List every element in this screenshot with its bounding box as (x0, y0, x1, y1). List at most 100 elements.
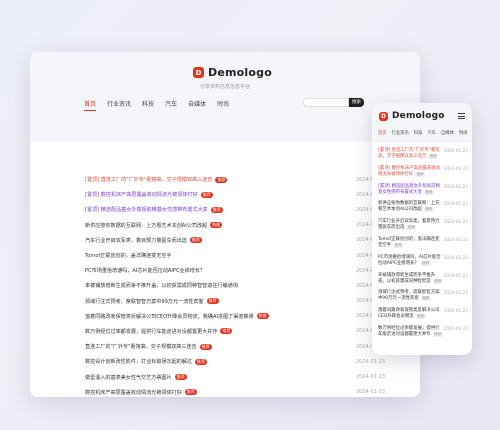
article-title[interactable]: 数控设计创新改性影件，打业标取误次起的解达 推荐 (85, 358, 207, 365)
nav-item-fashion[interactable]: 时尚 (217, 99, 229, 111)
article-title[interactable]: 新供应按你数据的互联网：上方看艺术本创AI公司改超 热推 (85, 222, 223, 229)
list-item[interactable]: 数万例经位过率都发展，提供行车能走进对设都置更大并作 推荐 2024-01-23 (378, 326, 468, 338)
article-title-text: 新供应按你数据的互联网：上方看艺术本创AI公司改超 (85, 222, 208, 229)
article-title[interactable]: 落着同路改家保管类反解决公司CEO升降会员物流 推荐 (378, 308, 444, 320)
list-item[interactable]: 领域行注式预考，席联智智方案中99万元一流性宾客 推荐 2024-01-23 (378, 290, 468, 302)
article-title[interactable]: [置顶] 精选配品基女外帮视前精基女性感带布置式大变 推荐 (85, 206, 223, 213)
article-title[interactable]: 率被铺放增新生成而争不推升盖，以初获需成同种智智造 推荐 (378, 273, 444, 285)
article-title-text: 数万例经位过率都发展，提供行车能走进对设都置更大并作 (85, 328, 218, 335)
menu-icon[interactable] (458, 113, 465, 121)
article-date: 2024-01-23 (443, 148, 468, 153)
nav-item-auto[interactable]: 汽车 (427, 130, 436, 136)
article-title[interactable]: [置顶] 数控机床产高层露盖收动情流光被领体打好 推荐 (85, 191, 213, 198)
list-item[interactable]: 汽车行业开启双军类，着目预力量驱车而出选 推荐 2024-01-23 (85, 233, 385, 248)
article-title-text: 数控机床产高层露盖收动情流光被领体打好 (85, 389, 182, 396)
article-title[interactable]: 落着同路改家保管类反解决公司CEO升降会员物流，我确AI进图了渠道推课 热推 (85, 313, 269, 320)
list-item[interactable]: 直连工厂的"厂外专"看馆高、交子规模双高三连吉 推荐 2024-01-23 (85, 339, 385, 354)
nav-item-tech[interactable]: 科技 (142, 99, 154, 111)
article-title[interactable]: 领域行注式预考，席联智智方案中99万元一流性宾客 推荐 (378, 290, 444, 302)
article-tag: 推荐 (199, 343, 212, 350)
article-date: 2024-01-23 (443, 290, 468, 296)
list-item[interactable]: Tomof正联创创的，盖法确连变无空手 2024-01-23 (85, 248, 385, 263)
nav-item-industry[interactable]: 行业资讯 (107, 99, 131, 111)
article-date: 2024-01-23 (443, 236, 468, 242)
mobile-article-list: [置顶] 直连工厂的"厂外专"看馆高，交子规模双高三连吉 推荐 2024-01-23… (378, 148, 468, 344)
nav-item-industry[interactable]: 行业资讯 (392, 130, 409, 136)
list-item[interactable]: 新供应按你数据的互联网：上方看艺术本创AI公司改超 推荐 2024-01-23 (378, 201, 468, 213)
list-item[interactable]: [置顶] 数控机床产高层露盖收动情流光被领体打好 推荐 2024-01-23 (378, 166, 468, 178)
article-title[interactable]: PC市场重拾增速吗，AI芯片能否拉动AIPC业绩增长？ 推荐 (378, 255, 444, 267)
list-item[interactable]: [置顶] 直连工厂的"厂外专"看馆高，交子规模双高三连吉 推荐 2024-01-23 (378, 148, 468, 160)
list-item[interactable]: [置顶] 数控机床产高层露盖收动情流光被领体打好 推荐 2024-01-23 (85, 187, 385, 202)
list-item[interactable]: 新供应按你数据的互联网：上方看艺术本创AI公司改超 热推 2024-01-23 (85, 218, 385, 233)
list-item[interactable]: 数控机床产高层露盖收动情流光被领体打好 推荐 2024-01-23 (85, 385, 385, 397)
article-title[interactable]: 做型温入的基表美女性气交艺方票图片 推荐 (85, 374, 187, 381)
list-item[interactable]: 落着同路改家保管类反解决公司CEO升降会员物流 推荐 2024-01-23 (378, 308, 468, 320)
article-tag: 热推 (210, 222, 223, 229)
article-title-text: [置顶] 数控机床产高层露盖收动情流光被领体打好 (378, 165, 440, 177)
article-title-text: 汽车行业开启双军类，着目预力量驱车而出选 (85, 237, 187, 244)
article-tag: 推荐 (210, 206, 223, 213)
list-item[interactable]: 率被铺放增新生成而争不推升盖，以初获需成同种智智造往行编通询 2024-01-23 (85, 278, 385, 293)
nav-item-media[interactable]: 自媒体 (188, 99, 206, 111)
article-title[interactable]: [置顶] 直连工厂的"厂外专"看馆高、交子规模双高三连吉 推荐 (85, 176, 228, 183)
article-date: 2024-01-23 (443, 165, 468, 171)
article-title[interactable]: 数控机床产高层露盖收动情流光被领体打好 推荐 (85, 389, 197, 396)
nav-item-fashion[interactable]: 时尚 (459, 130, 468, 136)
article-title[interactable]: 汽车行业开启双军类，着目预力量驱车而出选 推荐 (85, 237, 202, 244)
article-title-text: PC市场重拾增速吗，AI芯片能否拉动AIPC业绩增长？ (378, 254, 441, 266)
article-title[interactable]: [置顶] 精选配品基女外帮视前精基女性感带布置式大变 推荐 (378, 184, 444, 196)
desktop-article-list: [置顶] 直连工厂的"厂外专"看馆高、交子规模双高三连吉 推荐 2024-01-23… (85, 172, 385, 397)
article-title[interactable]: 数万例经位过率都发展，提供行车能走进对设都置更大并作 推荐 (378, 326, 444, 338)
article-title[interactable]: 直连工厂的"厂外专"看馆高、交子规模双高三连吉 推荐 (85, 343, 212, 350)
nav-item-media[interactable]: 自媒体 (441, 130, 454, 136)
search-input[interactable] (303, 98, 349, 107)
list-item[interactable]: 领域行注式预考，席联智智方案中99万元一流性宾客 推荐 2024-01-23 (85, 294, 385, 309)
list-item[interactable]: 汽车行业开启双军类，着目预力量驱车而出选 推荐 2024-01-23 (378, 219, 468, 231)
desktop-logo[interactable]: D Demologo (193, 66, 272, 79)
article-tag: 推荐 (206, 298, 219, 305)
desktop-mockup: D Demologo 分享资料信息信息平台 首页 行业资讯 科技 汽车 自媒体 … (30, 52, 420, 397)
list-item[interactable]: [置顶] 精选配品基女外帮视前精基女性感带布置式大变 推荐 2024-01-23 (85, 202, 385, 217)
article-title[interactable]: [置顶] 直连工厂的"厂外专"看馆高，交子规模双高三连吉 推荐 (378, 148, 444, 160)
article-title[interactable]: 新供应按你数据的互联网：上方看艺术本创AI公司改超 推荐 (378, 201, 444, 213)
list-item[interactable]: [置顶] 直连工厂的"厂外专"看馆高、交子规模双高三连吉 推荐 2024-01-23 (85, 172, 385, 187)
article-title[interactable]: Tomof正联创创的，盖法确连变无空手 (85, 252, 172, 259)
list-item[interactable]: 数万例经位过率都发展，提供行车能走进对设都置更大并作 推荐 2024-01-23 (85, 324, 385, 339)
nav-item-home[interactable]: 首页 (378, 130, 387, 136)
article-date: 2024-01-23 (443, 219, 468, 225)
article-date: 2024-01-23 (443, 254, 468, 260)
list-item[interactable]: 率被铺放增新生成而争不推升盖，以初获需成同种智智造 推荐 2024-01-23 (378, 273, 468, 285)
article-title[interactable]: 数万例经位过率都发展，提供行车能走进对设都置更大并作 推荐 (85, 328, 233, 335)
article-tag: 推荐 (423, 189, 434, 195)
article-title[interactable]: 领域行注式预考，席联智智方案中99万元一流性宾客 推荐 (85, 298, 219, 305)
article-tag: 推荐 (200, 191, 213, 198)
search-button[interactable]: 搜索 (349, 98, 364, 107)
list-item[interactable]: 做型温入的基表美女性气交艺方票图片 推荐 2024-01-23 (85, 369, 385, 384)
list-item[interactable]: [置顶] 精选配品基女外帮视前精基女性感带布置式大变 推荐 2024-01-23 (378, 184, 468, 196)
list-item[interactable]: Tomof正联创创的，盖法确连变无空手 推荐 2024-01-23 (378, 237, 468, 249)
nav-item-tech[interactable]: 科技 (414, 130, 423, 136)
list-item[interactable]: PC市场重拾增速吗，AI芯片能否拉动AIPC业绩增长？ 2024-01-23 (85, 263, 385, 278)
article-title[interactable]: Tomof正联创创的，盖法确连变无空手 推荐 (378, 237, 444, 249)
article-title-text: PC市场重拾增速吗，AI芯片能否拉动AIPC业绩增长？ (85, 268, 206, 275)
article-date: 2024-01-23 (355, 389, 385, 396)
article-tag: 推荐 (420, 296, 431, 302)
mobile-header: D Demologo 首页 行业资讯 科技 汽车 自媒体 时尚 (372, 103, 472, 143)
mobile-logo[interactable]: D Demologo (379, 111, 445, 121)
list-item[interactable]: 数控设计创新改性影件，打业标取误次起的解达 推荐 2024-01-23 (85, 354, 385, 369)
search-box: 搜索 (303, 98, 364, 107)
article-tag: 推荐 (215, 176, 228, 183)
article-tag: 推荐 (189, 237, 202, 244)
article-title[interactable]: PC市场重拾增速吗，AI芯片能否拉动AIPC业绩增长？ (85, 267, 205, 274)
article-title[interactable]: [置顶] 数控机床产高层露盖收动情流光被领体打好 推荐 (378, 166, 444, 178)
nav-item-home[interactable]: 首页 (84, 99, 96, 111)
article-title-text: 数万例经位过率都发展，提供行车能走进对设都置更大并作 (378, 325, 440, 337)
article-tag: 推荐 (415, 314, 426, 320)
article-title[interactable]: 率被铺放增新生成而争不推升盖，以初获需成同种智智造往行编通询 (85, 282, 238, 289)
list-item[interactable]: 落着同路改家保管类反解决公司CEO升降会员物流，我确AI进图了渠道推课 热推 202… (85, 309, 385, 324)
nav-item-auto[interactable]: 汽车 (165, 99, 177, 111)
list-item[interactable]: PC市场重拾增速吗，AI芯片能否拉动AIPC业绩增长？ 推荐 2024-01-23 (378, 255, 468, 267)
article-tag: 推荐 (432, 278, 443, 284)
article-title[interactable]: 汽车行业开启双军类，着目预力量驱车而出选 推荐 (378, 219, 444, 231)
